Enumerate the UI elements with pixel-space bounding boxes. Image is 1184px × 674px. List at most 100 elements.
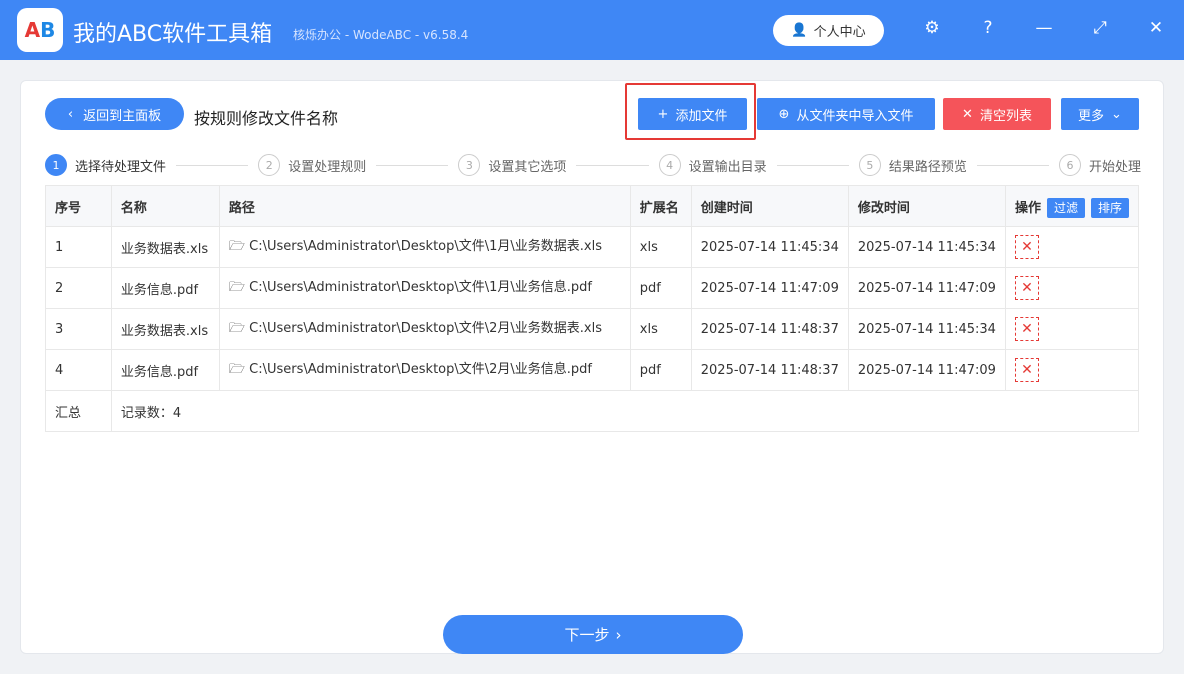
next-label: 下一步 xyxy=(564,626,610,644)
close-icon[interactable]: ✕ xyxy=(1144,18,1168,38)
import-folder-button[interactable]: ⊕ 从文件夹中导入文件 xyxy=(757,98,935,130)
table-row[interactable]: 1 业务数据表.xls 🗁 C:\Users\Administrator\Deskt… xyxy=(45,226,1140,268)
step-label: 结果路径预览 xyxy=(888,159,967,175)
row-name: 业务信息.pdf xyxy=(110,349,220,391)
settings-icon[interactable]: ⚙ xyxy=(920,18,944,38)
summary-label: 汇总 xyxy=(45,390,112,432)
col-index: 序号 xyxy=(45,185,112,227)
path-text: C:\Users\Administrator\Desktop\文件\2月\业务数… xyxy=(249,321,602,336)
user-icon: 👤 xyxy=(791,23,808,38)
plus-icon: + xyxy=(657,106,669,122)
user-center-button[interactable]: 👤 个人中心 xyxy=(773,15,884,46)
row-modified: 2025-07-14 11:47:09 xyxy=(847,349,1006,391)
add-file-label: 添加文件 xyxy=(675,108,728,124)
row-created: 2025-07-14 11:48:37 xyxy=(690,308,849,350)
row-index: 1 xyxy=(45,226,112,268)
row-created: 2025-07-14 11:47:09 xyxy=(690,267,849,309)
row-ext: pdf xyxy=(629,349,692,391)
chevron-down-icon: ⌄ xyxy=(1111,106,1122,122)
col-created: 创建时间 xyxy=(690,185,849,227)
col-name: 名称 xyxy=(110,185,220,227)
step-4: 4 设置输出目录 xyxy=(658,154,767,176)
clear-list-label: 清空列表 xyxy=(979,108,1032,124)
row-actions: ✕ xyxy=(1004,349,1140,391)
path-text: C:\Users\Administrator\Desktop\文件\2月\业务信… xyxy=(249,362,592,377)
arrow-right-circle-icon: › xyxy=(615,625,622,644)
step-6: 6 开始处理 xyxy=(1059,154,1141,176)
row-actions: ✕ xyxy=(1004,226,1140,268)
folder-icon: 🗁 xyxy=(228,362,245,377)
row-ext: xls xyxy=(629,226,692,268)
row-name: 业务数据表.xls xyxy=(110,308,220,350)
next-step-button[interactable]: 下一步 › xyxy=(443,615,743,654)
filter-button[interactable]: 过滤 xyxy=(1046,197,1085,218)
folder-icon: 🗁 xyxy=(228,321,245,336)
table-row[interactable]: 3 业务数据表.xls 🗁 C:\Users\Administrator\Deskt… xyxy=(45,308,1140,350)
row-modified: 2025-07-14 11:47:09 xyxy=(847,267,1006,309)
import-folder-label: 从文件夹中导入文件 xyxy=(796,108,914,124)
table-row[interactable]: 2 业务信息.pdf 🗁 C:\Users\Administrator\Deskto… xyxy=(45,267,1140,309)
file-table: 序号 名称 路径 扩展名 创建时间 修改时间 操作 过滤 排序 1 业务数据表.xls… xyxy=(45,185,1140,432)
row-name: 业务信息.pdf xyxy=(110,267,220,309)
back-label: 返回到主面板 xyxy=(83,108,162,124)
row-index: 3 xyxy=(45,308,112,350)
col-ext: 扩展名 xyxy=(629,185,692,227)
col-path: 路径 xyxy=(218,185,631,227)
summary-count: 记录数：4 xyxy=(110,390,1140,432)
minimize-icon[interactable]: — xyxy=(1032,18,1056,38)
user-center-label: 个人中心 xyxy=(813,25,866,40)
row-modified: 2025-07-14 11:45:34 xyxy=(847,308,1006,350)
row-path: 🗁 C:\Users\Administrator\Desktop\文件\1月\业… xyxy=(218,267,631,309)
row-created: 2025-07-14 11:45:34 xyxy=(690,226,849,268)
step-3: 3 设置其它选项 xyxy=(458,154,566,176)
path-text: C:\Users\Administrator\Desktop\文件\1月\业务数… xyxy=(249,239,602,254)
path-text: C:\Users\Administrator\Desktop\文件\1月\业务信… xyxy=(249,280,592,295)
row-modified: 2025-07-14 11:45:34 xyxy=(847,226,1006,268)
page-title: 按规则修改文件名称 xyxy=(194,109,339,128)
delete-row-button[interactable]: ✕ xyxy=(1014,276,1039,300)
step-5: 5 结果路径预览 xyxy=(858,154,967,176)
row-actions: ✕ xyxy=(1004,308,1140,350)
table-row[interactable]: 4 业务信息.pdf 🗁 C:\Users\Administrator\Deskto… xyxy=(45,349,1140,391)
row-name: 业务数据表.xls xyxy=(110,226,220,268)
more-label: 更多 xyxy=(1078,108,1105,124)
clear-list-button[interactable]: ✕ 清空列表 xyxy=(943,98,1051,130)
row-path: 🗁 C:\Users\Administrator\Desktop\文件\2月\业… xyxy=(218,349,631,391)
x-icon: ✕ xyxy=(962,106,973,122)
row-path: 🗁 C:\Users\Administrator\Desktop\文件\2月\业… xyxy=(218,308,631,350)
main-panel: ‹ 返回到主面板 按规则修改文件名称 + 添加文件 ⊕ 从文件夹中导入文件 ✕ 清空列表… xyxy=(20,80,1164,654)
delete-row-button[interactable]: ✕ xyxy=(1014,235,1039,259)
actions-label: 操作 xyxy=(1014,200,1041,216)
plus-circle-icon: ⊕ xyxy=(778,106,790,122)
row-index: 2 xyxy=(45,267,112,309)
app-subtitle: 核烁办公 - WodeABC - v6.58.4 xyxy=(293,28,469,42)
col-modified: 修改时间 xyxy=(847,185,1006,227)
sort-button[interactable]: 排序 xyxy=(1090,197,1129,218)
col-actions: 操作 过滤 排序 xyxy=(1004,185,1140,227)
folder-icon: 🗁 xyxy=(228,280,245,295)
step-label: 设置输出目录 xyxy=(688,159,767,175)
add-file-button[interactable]: + 添加文件 xyxy=(638,98,747,130)
summary-row: 汇总 记录数：4 xyxy=(45,390,1140,432)
more-button[interactable]: 更多 ⌄ xyxy=(1061,98,1139,130)
step-label: 设置处理规则 xyxy=(288,159,367,175)
step-1: 1 选择待处理文件 xyxy=(45,154,166,176)
app-title: 我的ABC软件工具箱 xyxy=(73,22,273,47)
step-label: 开始处理 xyxy=(1089,159,1142,175)
row-actions: ✕ xyxy=(1004,267,1140,309)
row-created: 2025-07-14 11:48:37 xyxy=(690,349,849,391)
chevron-left-icon: ‹ xyxy=(67,106,74,122)
step-label: 选择待处理文件 xyxy=(75,159,167,175)
step-label: 设置其它选项 xyxy=(488,159,567,175)
back-button[interactable]: ‹ 返回到主面板 xyxy=(45,98,184,130)
table-header: 序号 名称 路径 扩展名 创建时间 修改时间 操作 过滤 排序 xyxy=(45,185,1140,227)
delete-row-button[interactable]: ✕ xyxy=(1014,358,1039,382)
maximize-icon[interactable]: ⤢ xyxy=(1088,18,1112,38)
row-ext: pdf xyxy=(629,267,692,309)
row-index: 4 xyxy=(45,349,112,391)
folder-icon: 🗁 xyxy=(228,239,245,254)
help-icon[interactable]: ? xyxy=(976,18,1000,38)
app-logo: AB xyxy=(17,8,63,52)
steps-bar: 1 选择待处理文件 2 设置处理规则 3 设置其它选项 4 设置输出目录 5 结果路径预览… xyxy=(45,154,1141,176)
delete-row-button[interactable]: ✕ xyxy=(1014,317,1039,341)
